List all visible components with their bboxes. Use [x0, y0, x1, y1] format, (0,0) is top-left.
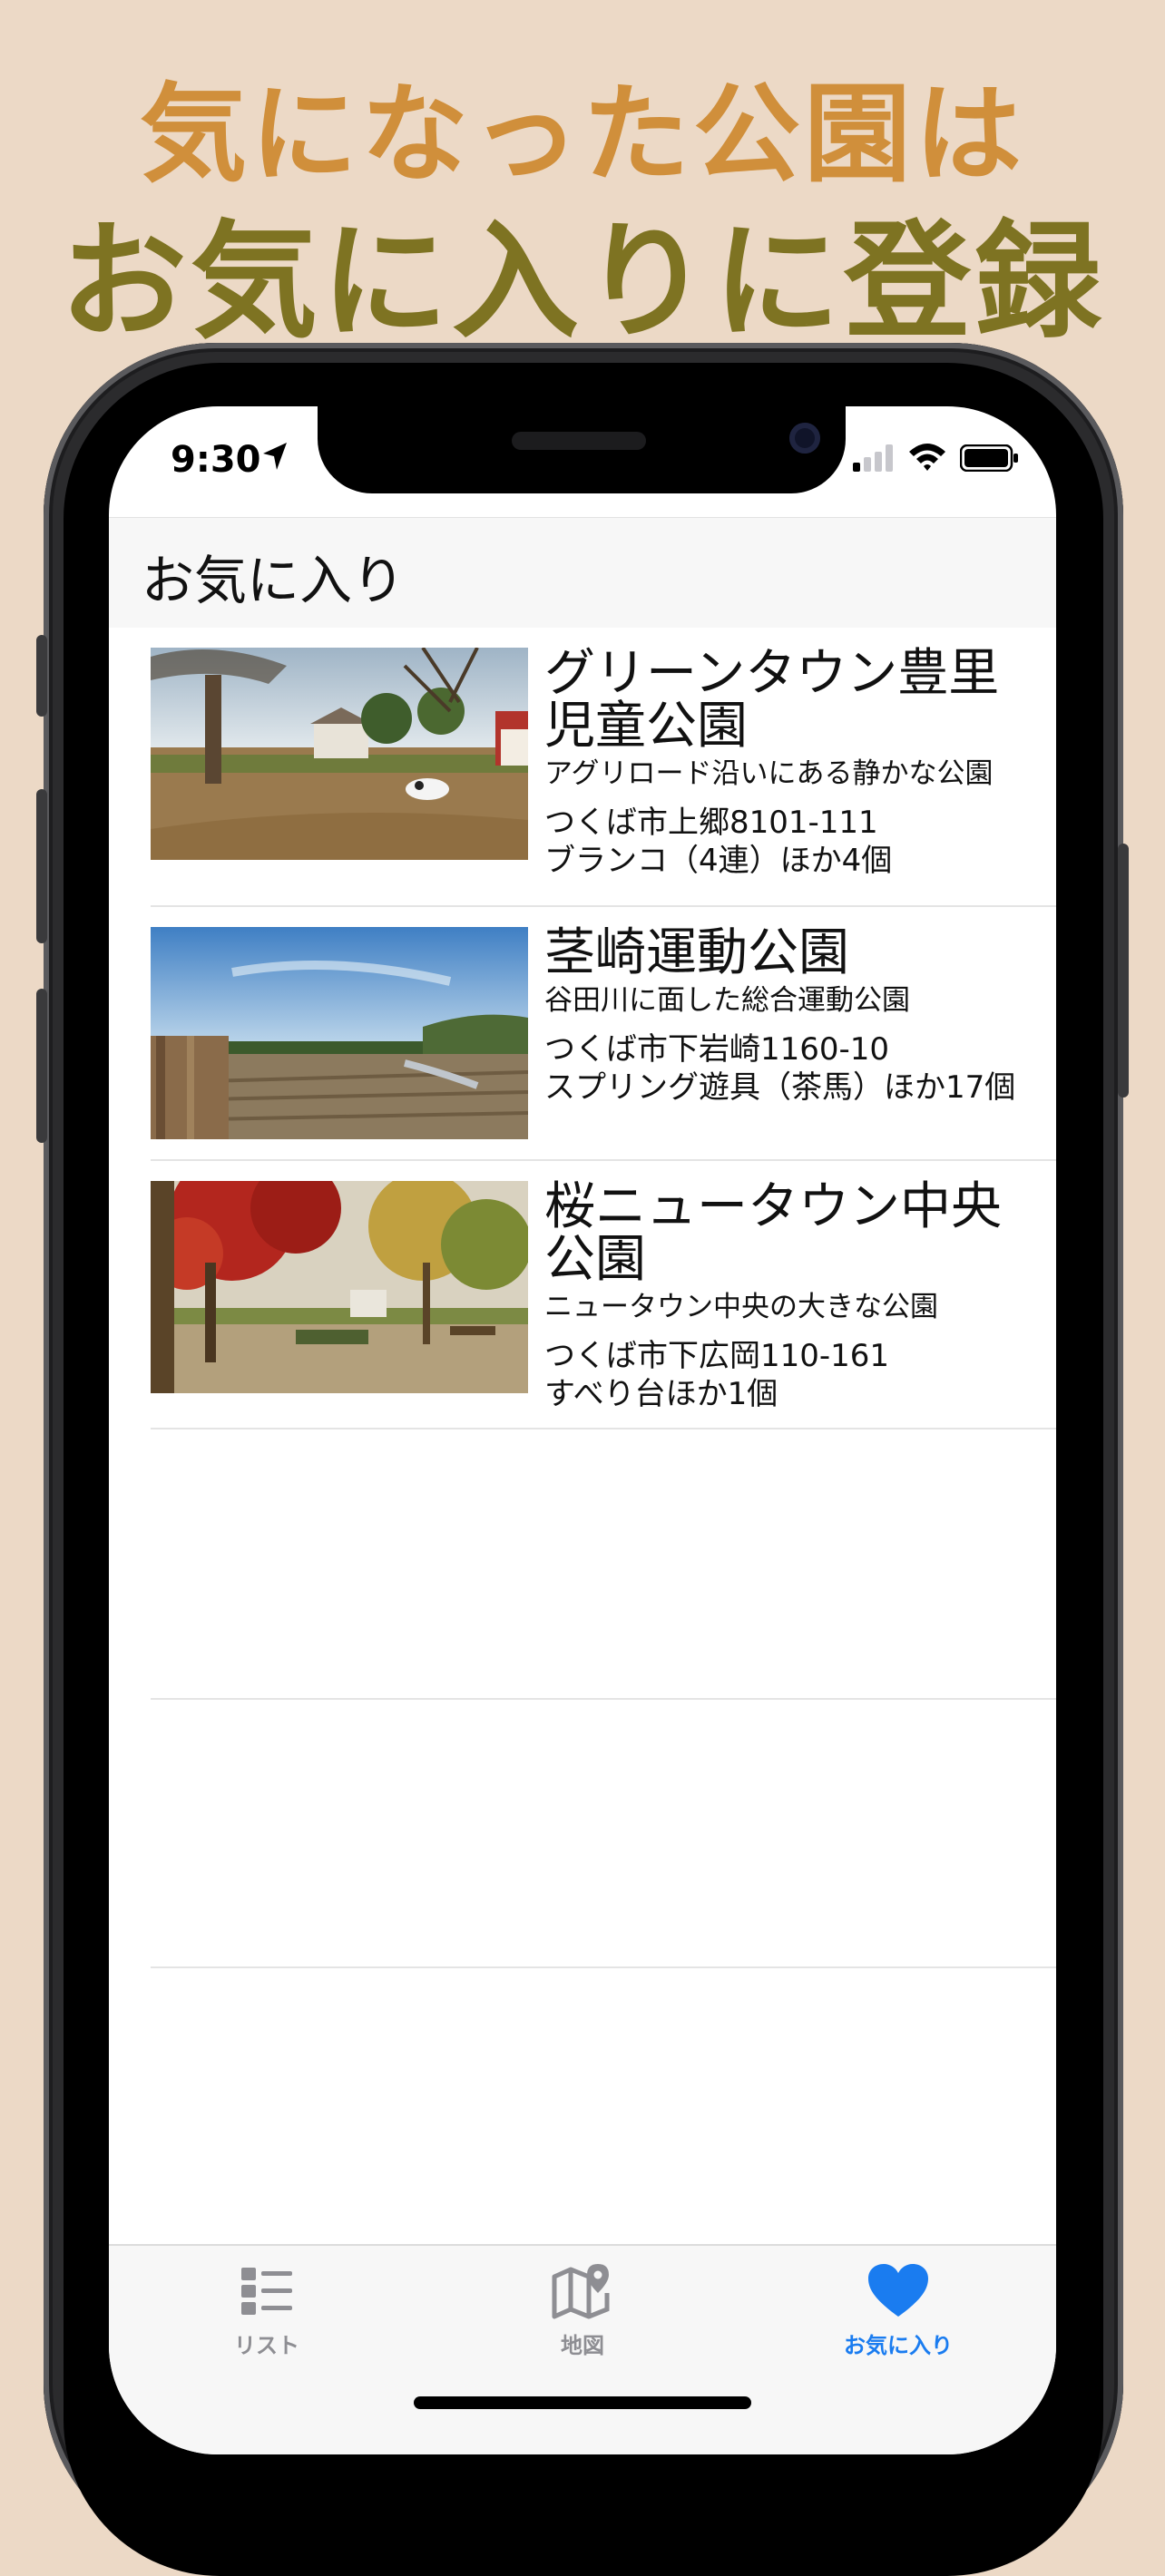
tab-map-label: 地図 [561, 2333, 604, 2358]
favorite-park-row[interactable]: 茎崎運動公園 谷田川に面した総合運動公園 つくば市下岩崎1160-10 スプリン… [109, 907, 1056, 1161]
park-description: ニュータウン中央の大きな公園 [544, 1291, 938, 1323]
wifi-icon [909, 444, 945, 471]
tab-favorites[interactable]: お気に入り [740, 2262, 1056, 2359]
phone-power-button [1118, 844, 1129, 1098]
park-photo [151, 648, 528, 860]
park-address: つくば市下広岡110-161 [544, 1338, 890, 1374]
park-info: 桜ニュータウン中央公園 ニュータウン中央の大きな公園 つくば市下広岡110-16… [544, 1181, 1034, 1413]
list-icon [241, 2268, 292, 2315]
phone-mute-switch [36, 635, 47, 717]
park-address: つくば市上郷8101-111 [544, 805, 878, 841]
notch [318, 406, 846, 493]
favorite-park-row[interactable]: 桜ニュータウン中央公園 ニュータウン中央の大きな公園 つくば市下広岡110-16… [109, 1161, 1056, 1429]
tab-list-label: リスト [234, 2333, 299, 2358]
tab-map[interactable]: 地図 [425, 2262, 740, 2359]
park-equipment: スプリング遊具（茶馬）ほか17個 [544, 1069, 1016, 1106]
promo-headline-2: お気に入りに登録 [59, 209, 1105, 356]
park-photo [151, 1181, 528, 1393]
home-indicator [414, 2396, 751, 2409]
park-name: 桜ニュータウン中央公園 [544, 1177, 1002, 1289]
navigation-bar: お気に入り [109, 517, 1056, 629]
park-equipment: すべり台ほか1個 [544, 1376, 778, 1412]
status-time: 9:30 [171, 439, 261, 481]
map-icon [552, 2264, 610, 2319]
empty-row-divider [151, 1698, 1056, 1700]
tab-list[interactable]: リスト [109, 2262, 425, 2359]
park-address: つくば市下岩崎1160-10 [544, 1031, 890, 1068]
park-info: 茎崎運動公園 谷田川に面した総合運動公園 つくば市下岩崎1160-10 スプリン… [544, 927, 1034, 1107]
tab-favorites-label: お気に入り [844, 2333, 953, 2358]
park-description: 谷田川に面した総合運動公園 [544, 984, 910, 1017]
empty-row-divider [151, 1966, 1056, 1968]
row-divider [151, 1428, 1056, 1429]
phone-volume-down [36, 989, 47, 1143]
phone-screen: 9:30 お気に入り グリーンタウン豊里児童公園 アグリロード沿いにある静かな公… [109, 406, 1056, 2454]
page-title: お気に入り [142, 550, 406, 611]
favorite-park-row[interactable]: グリーンタウン豊里児童公園 アグリロード沿いにある静かな公園 つくば市上郷810… [109, 628, 1056, 907]
battery-icon [960, 444, 1018, 472]
phone-volume-up [36, 789, 47, 943]
location-arrow-icon [263, 443, 287, 470]
tab-bar: リスト 地図 お気に入り [109, 2244, 1056, 2454]
park-equipment: ブランコ（4連）ほか4個 [544, 843, 893, 879]
heart-icon [868, 2264, 928, 2317]
park-description: アグリロード沿いにある静かな公園 [544, 757, 994, 790]
cellular-signal-icon [853, 444, 893, 472]
park-photo [151, 927, 528, 1139]
front-camera [789, 423, 820, 454]
park-name: 茎崎運動公園 [544, 923, 849, 982]
park-name: グリーンタウン豊里児童公園 [544, 644, 1000, 756]
park-info: グリーンタウン豊里児童公園 アグリロード沿いにある静かな公園 つくば市上郷810… [544, 648, 1034, 880]
